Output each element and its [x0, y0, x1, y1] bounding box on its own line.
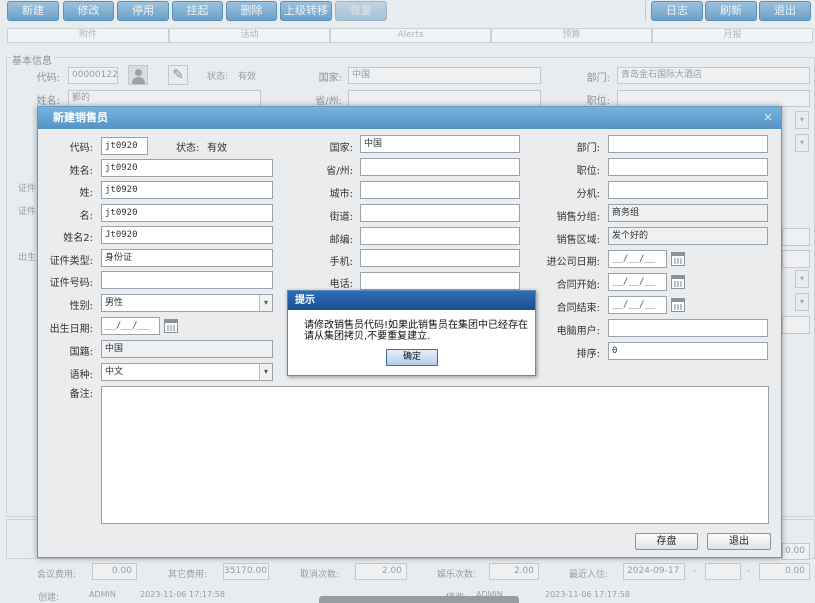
nationality-label: 国籍: [69, 347, 93, 358]
language-value: 中文 [105, 367, 124, 377]
position-label: 职位: [576, 166, 600, 177]
contract-start-field[interactable]: __/__/__ [608, 273, 667, 291]
close-icon[interactable]: × [763, 110, 773, 124]
phone-label: 电话: [329, 279, 353, 290]
id-number-field[interactable] [101, 271, 273, 289]
street-field[interactable] [360, 204, 520, 222]
save-button[interactable]: 存盘 [635, 533, 698, 550]
id-type-field[interactable]: 身份证 [101, 249, 273, 267]
contract-end-label: 合同结束: [556, 303, 600, 314]
status-label: 状态: [176, 143, 200, 154]
mobile-field[interactable] [360, 249, 520, 267]
calendar-icon[interactable] [164, 319, 178, 333]
language-label: 语种: [69, 370, 93, 381]
chevron-down-icon[interactable]: ▾ [259, 295, 272, 311]
sort-label: 排序: [576, 349, 600, 360]
phone-field[interactable] [360, 272, 520, 290]
extension-field[interactable] [608, 181, 768, 199]
sales-group-field[interactable]: 商务组 [608, 204, 768, 222]
extension-label: 分机: [576, 189, 600, 200]
name2-field[interactable]: Jt0920 [101, 226, 273, 244]
nationality-field[interactable]: 中国 [101, 340, 273, 358]
remark-label: 备注: [69, 389, 93, 400]
zip-label: 邮编: [329, 235, 353, 246]
surname-label: 姓: [79, 188, 93, 199]
join-date-field[interactable]: __/__/__ [608, 250, 667, 268]
calendar-icon[interactable] [671, 252, 685, 266]
language-select[interactable]: 中文 ▾ [101, 363, 273, 381]
province-label: 省/州: [326, 166, 353, 177]
dialog-title: 新建销售员 [38, 107, 781, 129]
alert-dialog: 提示 请修改销售员代码!如果此销售员在集团中已经存在请从集团拷贝,不要重复建立.… [287, 290, 536, 376]
dialog-exit-button[interactable]: 退出 [707, 533, 771, 550]
pc-user-field[interactable] [608, 319, 768, 337]
mobile-label: 手机: [329, 257, 353, 268]
chevron-down-icon[interactable]: ▾ [259, 364, 272, 380]
dept-field[interactable] [608, 135, 768, 153]
gender-value: 男性 [105, 298, 124, 308]
name2-label: 姓名2: [63, 233, 93, 244]
join-date-label: 进公司日期: [546, 257, 600, 268]
zip-field[interactable] [360, 227, 520, 245]
province-field[interactable] [360, 158, 520, 176]
alert-title: 提示 [288, 291, 535, 310]
city-field[interactable] [360, 181, 520, 199]
position-field[interactable] [608, 158, 768, 176]
remark-textarea[interactable] [101, 386, 769, 524]
name-field[interactable]: jt0920 [101, 159, 273, 177]
status-value: 有效 [207, 143, 227, 154]
code-label: 代码: [69, 143, 93, 154]
country-label: 国家: [329, 143, 353, 154]
gender-label: 性别: [69, 301, 93, 312]
sort-field[interactable]: 0 [608, 342, 768, 360]
id-number-label: 证件号码: [49, 278, 93, 289]
alert-message: 请修改销售员代码!如果此销售员在集团中已经存在请从集团拷贝,不要重复建立. [304, 320, 529, 342]
given-name-field[interactable]: jt0920 [101, 204, 273, 222]
street-label: 街道: [329, 212, 353, 223]
city-label: 城市: [329, 189, 353, 200]
sales-area-label: 销售区域: [556, 235, 600, 246]
dept-label: 部门: [576, 143, 600, 154]
calendar-icon[interactable] [671, 275, 685, 289]
id-type-label: 证件类型: [49, 256, 93, 267]
contract-start-label: 合同开始: [556, 280, 600, 291]
birth-date-field[interactable]: __/__/__ [101, 317, 160, 335]
calendar-icon[interactable] [671, 298, 685, 312]
gender-select[interactable]: 男性 ▾ [101, 294, 273, 312]
sales-area-field[interactable]: 发个好的 [608, 227, 768, 245]
pc-user-label: 电脑用户: [556, 326, 600, 337]
ok-button[interactable]: 确定 [386, 349, 438, 366]
name-label: 姓名: [69, 166, 93, 177]
birth-date-label: 出生日期: [49, 324, 93, 335]
given-name-label: 名: [79, 211, 93, 222]
sales-group-label: 销售分组: [556, 212, 600, 223]
code-field[interactable]: jt0920 [101, 137, 148, 155]
country-field[interactable]: 中国 [360, 135, 520, 153]
contract-end-field[interactable]: __/__/__ [608, 296, 667, 314]
surname-field[interactable]: jt0920 [101, 181, 273, 199]
